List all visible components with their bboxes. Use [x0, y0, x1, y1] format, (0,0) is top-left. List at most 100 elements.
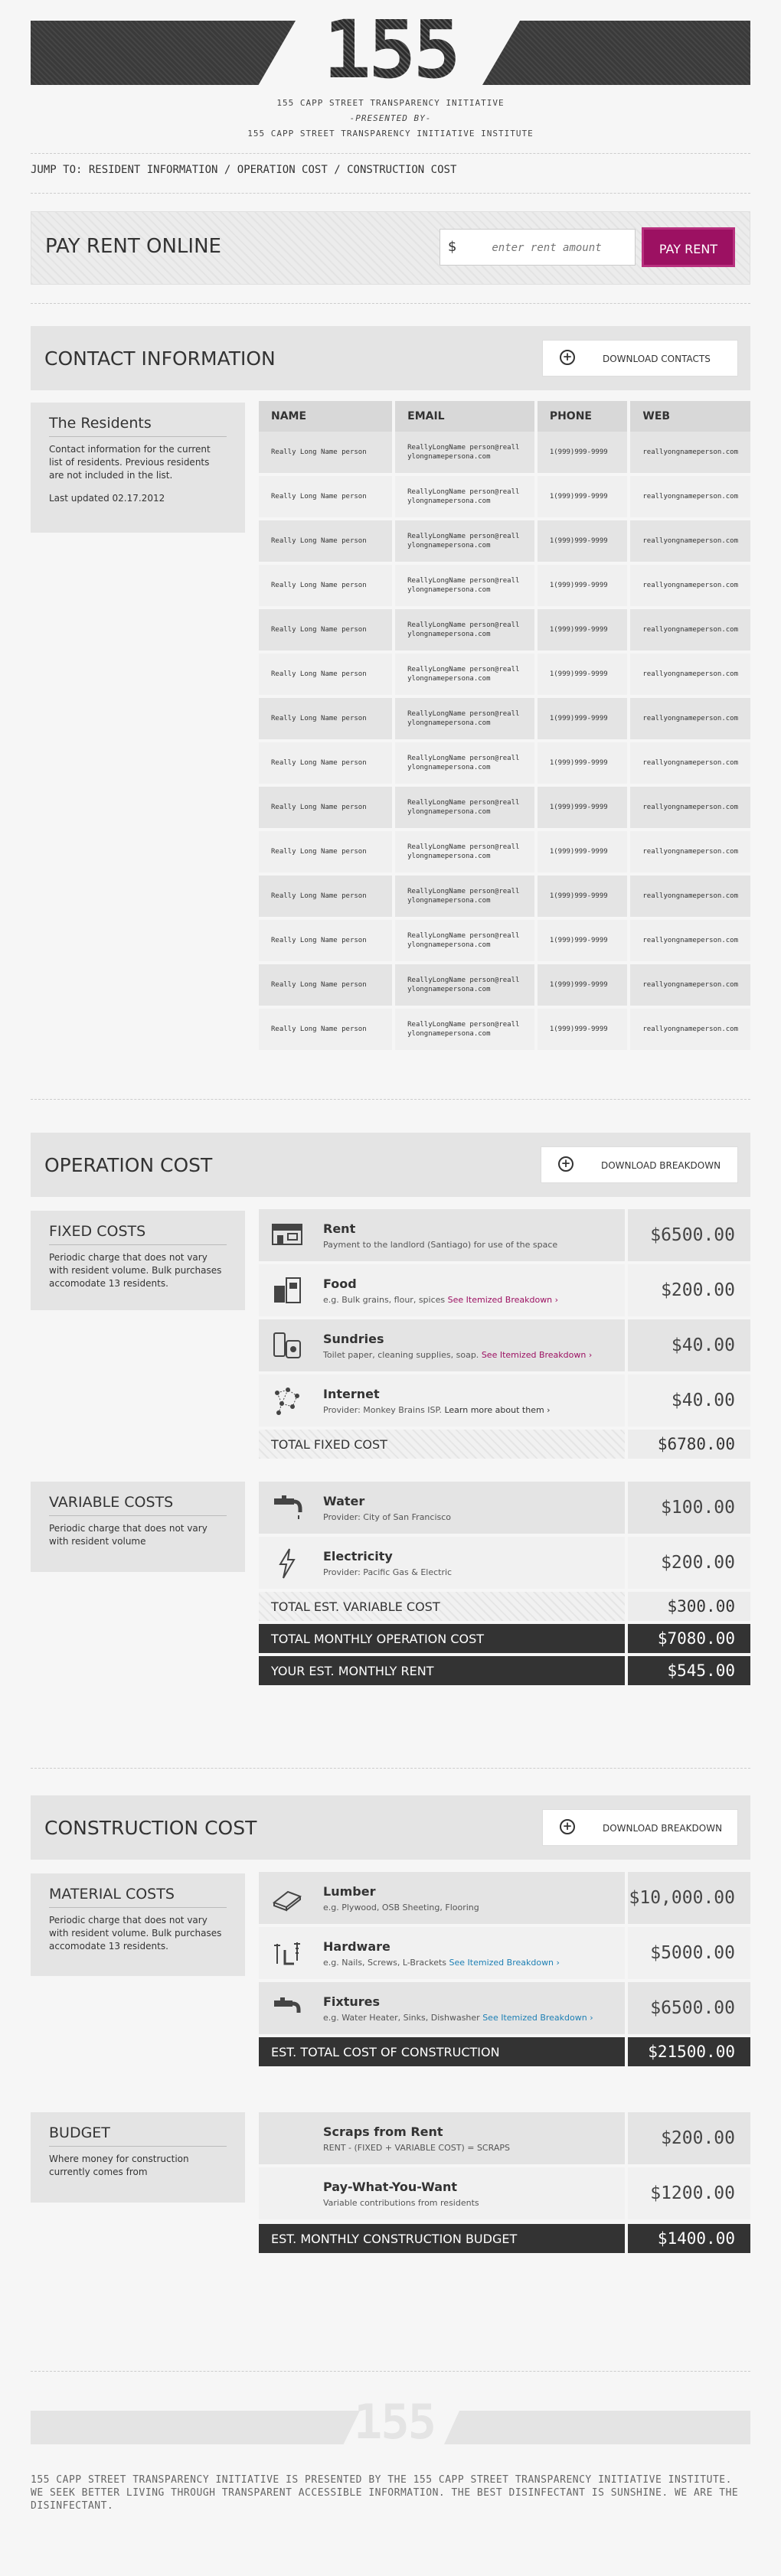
contact-email-cell[interactable]: ReallyLongName person@reallylongnamepers… [394, 519, 538, 563]
contact-email-cell[interactable]: ReallyLongName person@reallylongnamepers… [394, 830, 538, 874]
header-institute: 155 CAPP STREET TRANSPARENCY INITIATIVE … [247, 129, 534, 139]
jump-link-construction[interactable]: CONSTRUCTION COST [347, 164, 456, 176]
rent-value: $6500.00 [628, 1209, 750, 1261]
contact-web-cell[interactable]: reallyongnameperson.com [629, 474, 750, 519]
fixed-costs-title: FIXED COSTS [49, 1223, 227, 1245]
contact-web-cell[interactable]: reallyongnameperson.com [629, 785, 750, 830]
total-fixed-row: TOTAL FIXED COST $6780.00 [259, 1430, 750, 1459]
contact-email-cell[interactable]: ReallyLongName person@reallylongnamepers… [394, 696, 538, 741]
rent-amount-input[interactable] [465, 236, 629, 260]
divider [31, 1768, 750, 1769]
contact-phone-cell: 1(999)999-9999 [535, 918, 631, 963]
col-phone: PHONE [535, 401, 631, 432]
food-desc-text: e.g. Bulk grains, flour, spices [323, 1295, 446, 1305]
download-operation-breakdown-button[interactable]: + DOWNLOAD BREAKDOWN [541, 1146, 738, 1183]
construction-section-header: CONSTRUCTION COST + DOWNLOAD BREAKDOWN [31, 1795, 750, 1860]
contact-web-cell[interactable]: reallyongnameperson.com [629, 519, 750, 563]
fixtures-breakdown-link[interactable]: See Itemized Breakdown › [482, 2013, 593, 2023]
food-value: $200.00 [628, 1264, 750, 1316]
food-desc: e.g. Bulk grains, flour, spices See Item… [323, 1295, 558, 1305]
food-breakdown-link[interactable]: See Itemized Breakdown › [448, 1295, 558, 1305]
contact-email-cell[interactable]: ReallyLongName person@reallylongnamepers… [394, 963, 538, 1007]
contact-web-cell[interactable]: reallyongnameperson.com [629, 696, 750, 741]
jump-link-operation[interactable]: OPERATION COST [237, 164, 328, 176]
pay-rent-button[interactable]: PAY RENT [642, 227, 735, 267]
contact-email-cell[interactable]: ReallyLongName person@reallylongnamepers… [394, 608, 538, 652]
total-construction-row: EST. TOTAL COST OF CONSTRUCTION $21500.0… [259, 2037, 750, 2066]
hardware-desc: e.g. Nails, Screws, L-Brackets See Itemi… [323, 1958, 560, 1968]
contact-web-cell[interactable]: reallyongnameperson.com [629, 652, 750, 696]
internet-learn-more-link[interactable]: Learn more about them › [444, 1405, 550, 1415]
divider [31, 2371, 750, 2372]
contacts-table: NAME EMAIL PHONE WEB Really Long Name pe… [259, 401, 750, 1053]
contact-email-cell[interactable]: ReallyLongName person@reallylongnamepers… [394, 1007, 538, 1052]
table-row: Really Long Name person ReallyLongName pe… [259, 963, 750, 1007]
contact-web-cell[interactable]: reallyongnameperson.com [629, 918, 750, 963]
cost-row-water: Water Provider: City of San Francisco $1… [259, 1482, 750, 1534]
jump-nav: JUMP TO: RESIDENT INFORMATION / OPERATIO… [31, 164, 456, 176]
sundries-breakdown-link[interactable]: See Itemized Breakdown › [482, 1350, 592, 1360]
fixtures-name: Fixtures [323, 1994, 381, 2009]
hardware-value: $5000.00 [628, 1927, 750, 1979]
contact-web-cell[interactable]: reallyongnameperson.com [629, 1007, 750, 1052]
site-logo[interactable]: 155 [306, 8, 475, 92]
your-rent-value: $545.00 [628, 1656, 750, 1685]
lightning-icon [279, 1548, 296, 1579]
contact-name-cell: Really Long Name person [259, 563, 396, 608]
table-row: Really Long Name person ReallyLongName pe… [259, 1007, 750, 1052]
contact-name-cell: Really Long Name person [259, 519, 396, 563]
contact-web-cell[interactable]: reallyongnameperson.com [629, 608, 750, 652]
budget-row-scraps: Scraps from Rent RENT - (FIXED + VARIABL… [259, 2112, 750, 2164]
contact-web-cell[interactable]: reallyongnameperson.com [629, 874, 750, 918]
contact-phone-cell: 1(999)999-9999 [535, 830, 631, 874]
budget-total-label: EST. MONTHLY CONSTRUCTION BUDGET [271, 2232, 518, 2246]
scraps-name: Scraps from Rent [323, 2124, 443, 2139]
budget-total-row: EST. MONTHLY CONSTRUCTION BUDGET $1400.0… [259, 2224, 750, 2253]
jump-link-residents[interactable]: RESIDENT INFORMATION [89, 164, 218, 176]
contact-email-cell[interactable]: ReallyLongName person@reallylongnamepers… [394, 741, 538, 785]
rent-amount-field[interactable]: $ [440, 229, 636, 266]
contact-name-cell: Really Long Name person [259, 874, 396, 918]
download-construction-breakdown-button[interactable]: + DOWNLOAD BREAKDOWN [542, 1809, 738, 1846]
electricity-desc: Provider: Pacific Gas & Electric [323, 1567, 453, 1577]
contact-email-cell[interactable]: ReallyLongName person@reallylongnamepers… [394, 432, 538, 474]
contact-phone-cell: 1(999)999-9999 [535, 874, 631, 918]
download-icon: + [560, 1819, 575, 1834]
contact-name-cell: Really Long Name person [259, 696, 396, 741]
contact-email-cell[interactable]: ReallyLongName person@reallylongnamepers… [394, 918, 538, 963]
contact-email-cell[interactable]: ReallyLongName person@reallylongnamepers… [394, 563, 538, 608]
contact-web-cell[interactable]: reallyongnameperson.com [629, 563, 750, 608]
construction-section-title: CONSTRUCTION COST [44, 1817, 257, 1839]
divider [31, 193, 750, 194]
contact-email-cell[interactable]: ReallyLongName person@reallylongnamepers… [394, 474, 538, 519]
contact-web-cell[interactable]: reallyongnameperson.com [629, 741, 750, 785]
scraps-value: $200.00 [628, 2112, 750, 2164]
download-contacts-label: DOWNLOAD CONTACTS [603, 354, 711, 364]
contact-email-cell[interactable]: ReallyLongName person@reallylongnamepers… [394, 785, 538, 830]
contact-name-cell: Really Long Name person [259, 432, 396, 474]
total-variable-value: $300.00 [628, 1592, 750, 1621]
download-icon: + [558, 1156, 573, 1172]
total-variable-label: TOTAL EST. VARIABLE COST [271, 1599, 440, 1614]
hardware-breakdown-link[interactable]: See Itemized Breakdown › [449, 1958, 560, 1968]
contact-web-cell[interactable]: reallyongnameperson.com [629, 432, 750, 474]
contact-email-cell[interactable]: ReallyLongName person@reallylongnamepers… [394, 652, 538, 696]
contact-name-cell: Really Long Name person [259, 652, 396, 696]
footer-logo[interactable]: 155 [337, 2394, 452, 2450]
contact-phone-cell: 1(999)999-9999 [535, 696, 631, 741]
contact-phone-cell: 1(999)999-9999 [535, 1007, 631, 1052]
contact-name-cell: Really Long Name person [259, 963, 396, 1007]
total-monthly-label: TOTAL MONTHLY OPERATION COST [271, 1632, 485, 1646]
lumber-desc: e.g. Plywood, OSB Sheeting, Flooring [323, 1903, 479, 1912]
contact-phone-cell: 1(999)999-9999 [535, 519, 631, 563]
contact-web-cell[interactable]: reallyongnameperson.com [629, 963, 750, 1007]
download-contacts-button[interactable]: + DOWNLOAD CONTACTS [542, 340, 738, 377]
contact-phone-cell: 1(999)999-9999 [535, 474, 631, 519]
table-row: Really Long Name person ReallyLongName pe… [259, 652, 750, 696]
contact-email-cell[interactable]: ReallyLongName person@reallylongnamepers… [394, 874, 538, 918]
contact-phone-cell: 1(999)999-9999 [535, 432, 631, 474]
pwyw-desc: Variable contributions from residents [323, 2198, 479, 2208]
download-icon: + [560, 350, 575, 365]
col-name: NAME [259, 401, 396, 432]
contact-web-cell[interactable]: reallyongnameperson.com [629, 830, 750, 874]
